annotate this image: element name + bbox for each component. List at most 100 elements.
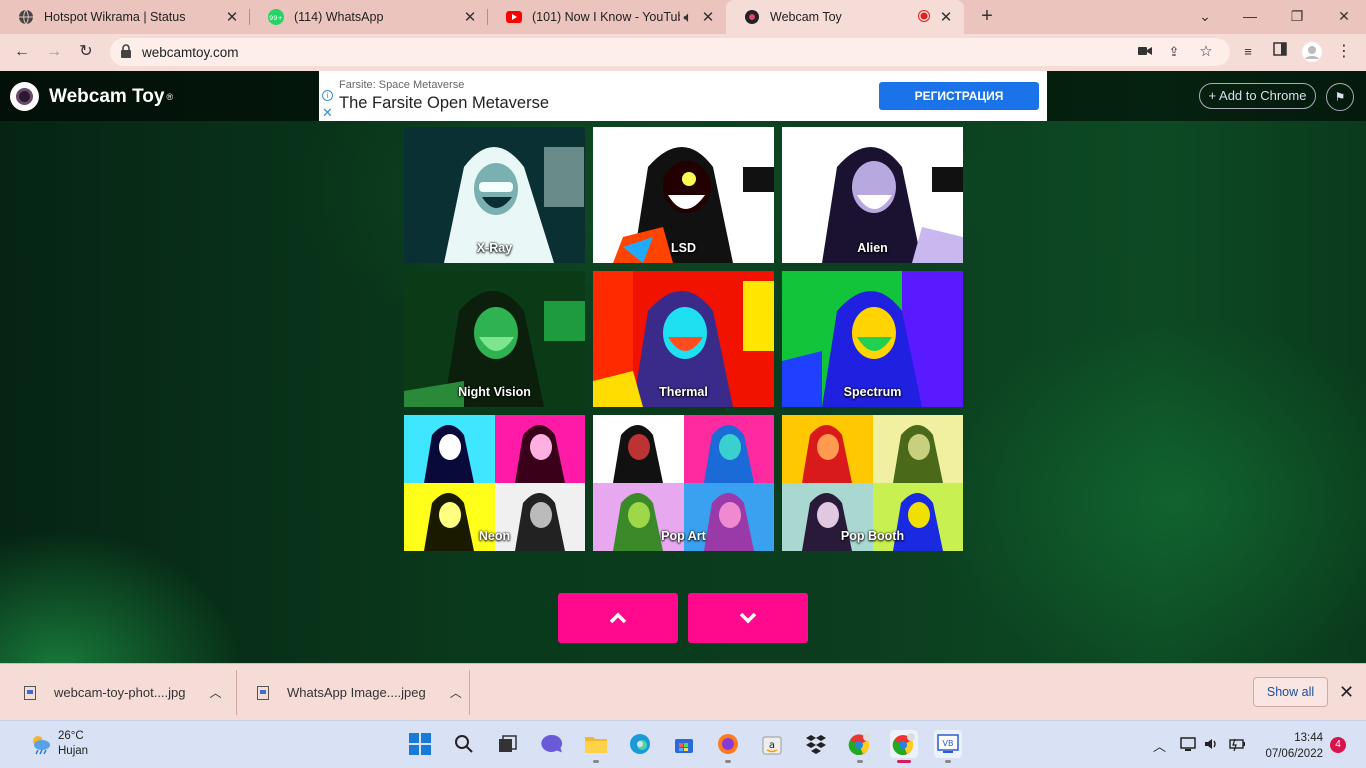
notification-badge[interactable]: 4 [1330,737,1346,753]
chrome-icon[interactable] [890,730,918,763]
download-filename[interactable]: webcam-toy-phot....jpg [54,685,186,700]
close-icon[interactable]: ✕ [700,8,716,26]
url-text[interactable]: webcamtoy.com [142,45,239,60]
effect-pop-art[interactable]: Pop Art [593,415,774,551]
search-icon[interactable] [450,730,478,758]
close-icon[interactable]: ✕ [224,8,240,26]
ad-sponsor: Farsite: Space Metaverse [339,79,465,91]
chrome-profile-icon[interactable] [846,730,874,763]
amazon-icon[interactable]: a [758,730,786,758]
effect-neon[interactable]: Neon [404,415,585,551]
tab-youtube[interactable]: (101) Now I Know - YouTube 🔈︎ ✕ [488,0,726,34]
minimize-button[interactable]: — [1240,6,1260,26]
previous-page-button[interactable] [558,593,678,643]
avatar[interactable] [1302,42,1322,62]
webcamtoy-icon [744,9,760,25]
effect-x-ray[interactable]: X-Ray [404,127,585,263]
page-viewport: Webcam Toy ® + Add to Chrome ⚑ i ✕ Farsi… [0,71,1366,663]
next-page-button[interactable] [688,593,808,643]
flag-icon[interactable]: ⚑ [1326,83,1354,111]
logo-registered-mark: ® [166,91,174,102]
store-icon[interactable] [670,730,698,758]
svg-text:VB: VB [943,739,954,748]
show-all-button[interactable]: Show all [1253,677,1328,707]
tab-webcamtoy[interactable]: Webcam Toy ✕ [726,0,964,34]
effect-night-vision[interactable]: Night Vision [404,271,585,407]
close-icon[interactable]: ✕ [462,8,478,26]
chevron-up-icon[interactable]: ︿ [450,684,462,701]
new-tab-button[interactable]: + [976,6,998,28]
file-explorer-icon[interactable] [582,730,610,763]
ad-cta-button[interactable]: РЕГИСТРАЦИЯ [879,82,1039,110]
lock-icon[interactable] [120,44,134,60]
effect-label: Pop Art [661,529,706,543]
edge-icon[interactable] [626,730,654,758]
download-item[interactable]: WhatsApp Image....jpeg ︿ [257,664,462,721]
camera-icon[interactable] [1137,44,1153,60]
taskbar: 26°C Hujan a VB ︿ 13:44 07/06/2022 4 [0,720,1366,768]
chat-icon[interactable] [538,730,566,758]
battery-icon[interactable] [1228,736,1246,755]
download-filename[interactable]: WhatsApp Image....jpeg [287,685,426,700]
tab-whatsapp[interactable]: 99+ (114) WhatsApp ✕ [250,0,488,34]
forward-button[interactable]: → [44,42,64,62]
address-bar[interactable]: webcamtoy.com ⇪ ☆ [110,38,1230,66]
clock-time: 13:44 [1294,732,1323,744]
site-logo[interactable]: Webcam Toy ® [10,82,173,111]
task-view-icon[interactable] [494,730,522,758]
ad-close-icon[interactable]: ✕ [322,105,333,121]
chevron-up-icon[interactable]: ︿ [1153,736,1166,755]
weather-temp: 26°C [58,730,84,742]
system-clock[interactable]: 13:44 07/06/2022 [1258,730,1323,762]
firefox-icon[interactable] [714,730,742,763]
side-panel-icon[interactable] [1270,42,1290,62]
whatsapp-badge: 99+ [269,14,283,22]
start-button[interactable] [406,730,434,758]
speaker-icon[interactable] [1203,736,1219,755]
effect-label: Thermal [659,385,708,399]
svg-text:a: a [769,740,775,751]
browser-toolbar: ← → ↻ webcamtoy.com ⇪ ☆ ≡ ⋮ [0,34,1366,71]
ad-title[interactable]: The Farsite Open Metaverse [339,94,549,113]
effect-spectrum[interactable]: Spectrum [782,271,963,407]
tab-hotspot[interactable]: Hotspot Wikrama | Status ✕ [0,0,250,34]
bookmark-star-icon[interactable]: ☆ [1198,44,1214,60]
effect-lsd[interactable]: LSD [593,127,774,263]
tab-title: (101) Now I Know - YouTube [532,10,680,24]
close-window-button[interactable]: ✕ [1334,6,1354,26]
dropbox-icon[interactable] [802,730,830,758]
globe-icon [18,9,34,25]
vb-app-icon[interactable]: VB [934,730,962,763]
more-menu-icon[interactable]: ⋮ [1334,42,1354,62]
effect-thermal[interactable]: Thermal [593,271,774,407]
shelf-divider [236,670,237,715]
speaker-icon[interactable]: 🔈︎ [680,9,696,26]
reload-button[interactable]: ↻ [76,42,96,62]
windows-logo-icon [409,733,431,755]
advertisement[interactable]: i ✕ Farsite: Space Metaverse The Farsite… [319,71,1047,121]
rain-cloud-icon [33,736,50,755]
effect-pop-booth[interactable]: Pop Booth [782,415,963,551]
logo-text: Webcam Toy [49,85,165,107]
restore-button[interactable]: ❐ [1287,6,1307,26]
whatsapp-icon: 99+ [268,9,284,25]
weather-widget[interactable]: 26°C Hujan [30,729,88,759]
close-shelf-icon[interactable]: ✕ [1339,682,1354,703]
effect-label: LSD [671,241,696,255]
running-indicator [897,760,911,763]
share-icon[interactable]: ⇪ [1166,44,1182,60]
back-button[interactable]: ← [12,42,32,62]
download-item[interactable]: webcam-toy-phot....jpg ︿ [24,664,222,721]
media-control-icon[interactable]: ≡ [1238,42,1258,62]
add-to-chrome-button[interactable]: + Add to Chrome [1199,83,1316,109]
ad-info-icon[interactable]: i [322,90,333,101]
tab-title: (114) WhatsApp [294,10,384,24]
close-icon[interactable]: ✕ [938,8,954,26]
tab-search-icon[interactable]: ⌄ [1195,6,1215,26]
effect-alien[interactable]: Alien [782,127,963,263]
effect-label: Night Vision [458,385,531,399]
effect-label: Pop Booth [840,529,905,543]
display-icon[interactable] [1180,736,1196,755]
chevron-up-icon[interactable]: ︿ [210,684,222,701]
effect-label: Neon [478,529,511,543]
